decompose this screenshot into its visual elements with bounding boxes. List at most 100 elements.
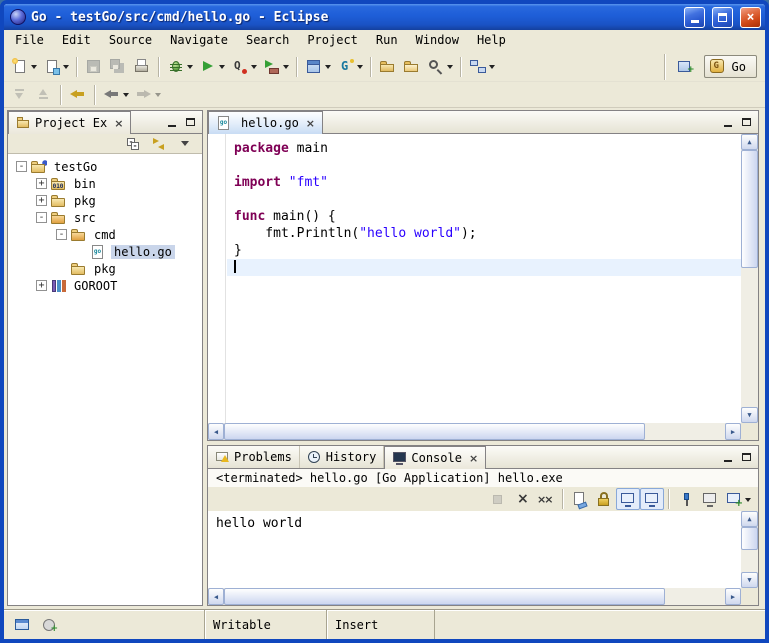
print-button[interactable]: [130, 56, 154, 78]
title-bar[interactable]: Go - testGo/src/cmd/hello.go - Eclipse ×: [4, 4, 765, 30]
menu-file[interactable]: File: [6, 30, 53, 52]
maximize-view-button[interactable]: [738, 449, 755, 465]
scroll-down-button[interactable]: ▼: [741, 407, 758, 423]
tree-item-cmd[interactable]: -cmd: [8, 226, 202, 243]
scroll-up-button[interactable]: ▲: [741, 134, 758, 150]
minimize-view-button[interactable]: [719, 449, 736, 465]
next-annotation-button[interactable]: [8, 84, 32, 106]
forward-button[interactable]: [132, 84, 164, 106]
scroll-left-button[interactable]: ◀: [208, 588, 224, 605]
remove-all-launches-button[interactable]: [534, 488, 558, 510]
search-button[interactable]: [424, 56, 456, 78]
console-horizontal-scrollbar[interactable]: ◀ ▶: [208, 588, 741, 605]
scrollbar-track[interactable]: [741, 150, 758, 407]
code-line[interactable]: }: [227, 242, 741, 259]
code-line[interactable]: fmt.Println("hello world");: [227, 225, 741, 242]
collapse-icon[interactable]: -: [16, 161, 27, 172]
code-line[interactable]: [227, 191, 741, 208]
scroll-down-button[interactable]: ▼: [741, 572, 758, 588]
scrollbar-track[interactable]: [741, 527, 758, 572]
run-last-button[interactable]: [228, 56, 260, 78]
run-button[interactable]: [196, 56, 228, 78]
link-with-editor-button[interactable]: [148, 135, 172, 153]
save-all-button[interactable]: [106, 56, 130, 78]
code-line[interactable]: func main() {: [227, 208, 741, 225]
tree-item-pkg[interactable]: pkg: [8, 260, 202, 277]
tab-project-explorer[interactable]: Project Ex ×: [8, 111, 131, 134]
menu-window[interactable]: Window: [407, 30, 468, 52]
close-button[interactable]: ×: [740, 7, 761, 28]
tab-history[interactable]: History: [300, 446, 385, 468]
expand-icon[interactable]: +: [36, 195, 47, 206]
scroll-up-button[interactable]: ▲: [741, 511, 758, 527]
open-resource-button[interactable]: [376, 56, 400, 78]
code-line[interactable]: [227, 157, 741, 174]
open-perspective-button[interactable]: [674, 56, 698, 78]
close-tab-icon[interactable]: ×: [306, 118, 315, 129]
maximize-view-button[interactable]: [182, 114, 199, 130]
close-tab-icon[interactable]: ×: [114, 118, 123, 129]
code-line[interactable]: import "fmt": [227, 174, 741, 191]
scroll-right-button[interactable]: ▶: [725, 588, 741, 605]
fast-view-button[interactable]: [12, 616, 32, 634]
new-other-button[interactable]: [40, 56, 72, 78]
tree-item-bin[interactable]: +bin: [8, 175, 202, 192]
open-folder-button[interactable]: [400, 56, 424, 78]
tree-item-goroot[interactable]: +GOROOT: [8, 277, 202, 294]
save-button[interactable]: [82, 56, 106, 78]
maximize-button[interactable]: [712, 7, 733, 28]
open-console-button[interactable]: [722, 488, 754, 510]
terminate-button[interactable]: [486, 488, 510, 510]
previous-annotation-button[interactable]: [32, 84, 56, 106]
tree-item-src[interactable]: -src: [8, 209, 202, 226]
menu-help[interactable]: Help: [468, 30, 515, 52]
console-vertical-scrollbar[interactable]: ▲ ▼: [741, 511, 758, 588]
scroll-right-button[interactable]: ▶: [725, 423, 741, 440]
last-edit-location-button[interactable]: [66, 84, 90, 106]
expand-icon[interactable]: +: [36, 280, 47, 291]
editor-area[interactable]: package main import "fmt" func main() { fm…: [208, 134, 758, 440]
editor-vertical-scrollbar[interactable]: ▲ ▼: [741, 134, 758, 423]
scrollbar-thumb[interactable]: [224, 588, 665, 605]
tab-problems[interactable]: Problems: [208, 446, 300, 468]
tab-console[interactable]: Console×: [384, 446, 486, 469]
show-stdout-button[interactable]: [616, 488, 640, 510]
tab-hello-go[interactable]: hello.go ×: [208, 111, 323, 134]
tree-item-hello-go[interactable]: hello.go: [8, 243, 202, 260]
show-stderr-button[interactable]: [640, 488, 664, 510]
new-go-element-button[interactable]: [302, 56, 334, 78]
new-wizard-button[interactable]: [8, 56, 40, 78]
menu-project[interactable]: Project: [298, 30, 367, 52]
pin-console-button[interactable]: [674, 488, 698, 510]
perspective-go-button[interactable]: Go: [704, 55, 757, 78]
minimize-view-button[interactable]: [719, 114, 736, 130]
scrollbar-thumb[interactable]: [741, 150, 758, 268]
collapse-icon[interactable]: -: [36, 212, 47, 223]
code-line[interactable]: package main: [227, 140, 741, 157]
scrollbar-thumb[interactable]: [741, 527, 758, 550]
maximize-view-button[interactable]: [738, 114, 755, 130]
collapse-all-button[interactable]: [122, 135, 146, 153]
debug-button[interactable]: [164, 56, 196, 78]
menu-navigate[interactable]: Navigate: [161, 30, 237, 52]
menu-search[interactable]: Search: [237, 30, 298, 52]
minimize-view-button[interactable]: [163, 114, 180, 130]
scroll-lock-button[interactable]: [592, 488, 616, 510]
menu-source[interactable]: Source: [100, 30, 161, 52]
team-sync-button[interactable]: [466, 56, 498, 78]
menu-edit[interactable]: Edit: [53, 30, 100, 52]
external-tools-button[interactable]: [260, 56, 292, 78]
clear-console-button[interactable]: [568, 488, 592, 510]
minimize-button[interactable]: [684, 7, 705, 28]
collapse-icon[interactable]: -: [56, 229, 67, 240]
view-menu-button[interactable]: [174, 135, 198, 153]
menu-run[interactable]: Run: [367, 30, 407, 52]
progress-button[interactable]: [40, 616, 58, 634]
display-console-button[interactable]: [698, 488, 722, 510]
back-button[interactable]: [100, 84, 132, 106]
scrollbar-track[interactable]: [224, 588, 725, 605]
scrollbar-track[interactable]: [224, 423, 725, 440]
tree-item-testgo[interactable]: -testGo: [8, 158, 202, 175]
go-wizard-button[interactable]: [334, 56, 366, 78]
scrollbar-thumb[interactable]: [224, 423, 645, 440]
